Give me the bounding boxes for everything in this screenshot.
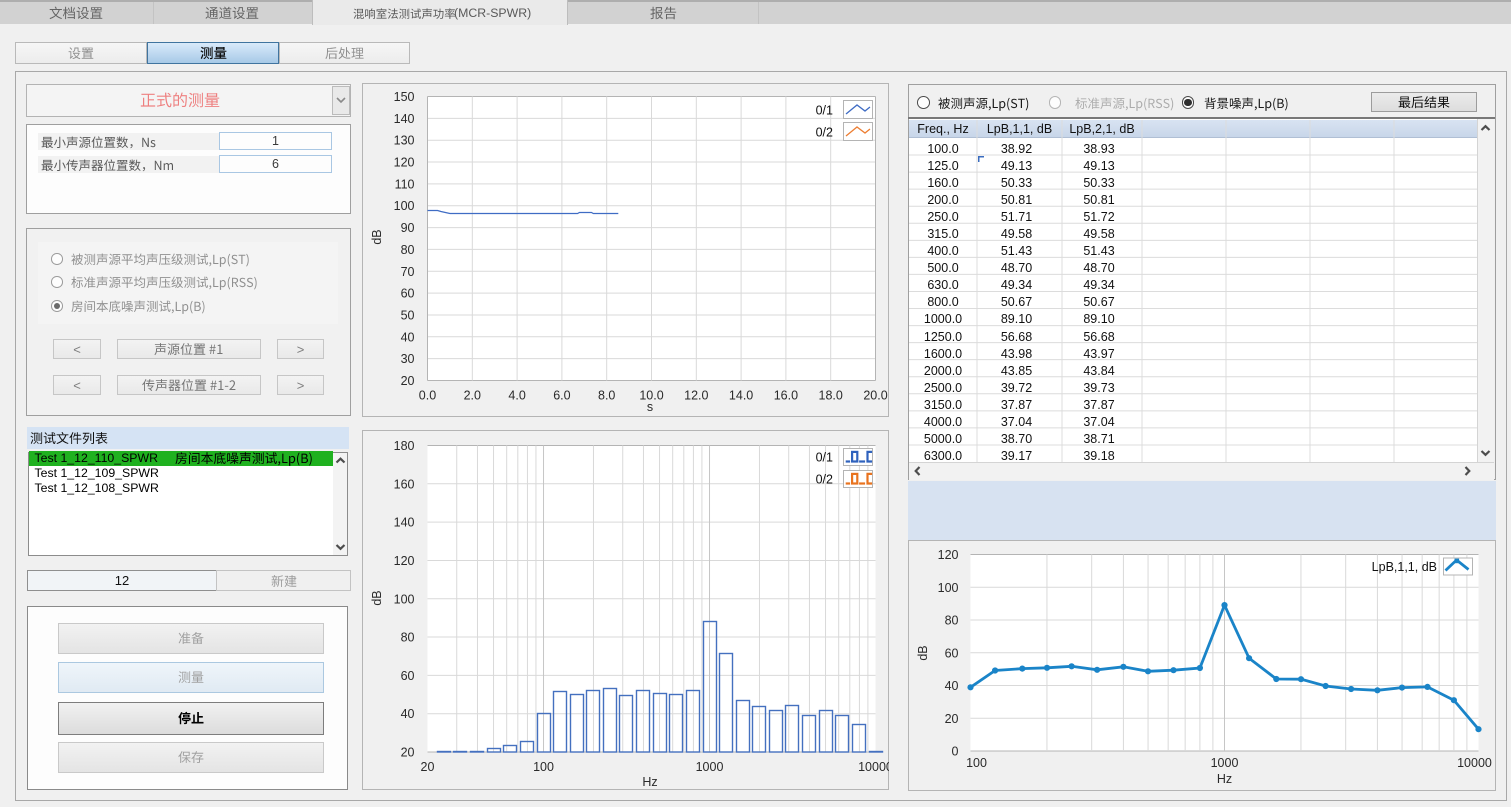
svg-text:0: 0 xyxy=(952,745,959,759)
svg-text:dB: dB xyxy=(916,645,930,660)
svg-text:Hz: Hz xyxy=(1217,772,1232,786)
svg-text:120: 120 xyxy=(938,548,959,562)
svg-text:100: 100 xyxy=(966,756,987,770)
svg-text:40: 40 xyxy=(945,679,959,693)
svg-text:100: 100 xyxy=(938,581,959,595)
svg-text:20: 20 xyxy=(945,712,959,726)
svg-text:10000: 10000 xyxy=(1457,756,1492,770)
svg-text:LpB,1,1, dB: LpB,1,1, dB xyxy=(1372,560,1437,574)
svg-text:60: 60 xyxy=(945,646,959,660)
svg-text:80: 80 xyxy=(945,614,959,628)
svg-text:1000: 1000 xyxy=(1211,756,1239,770)
